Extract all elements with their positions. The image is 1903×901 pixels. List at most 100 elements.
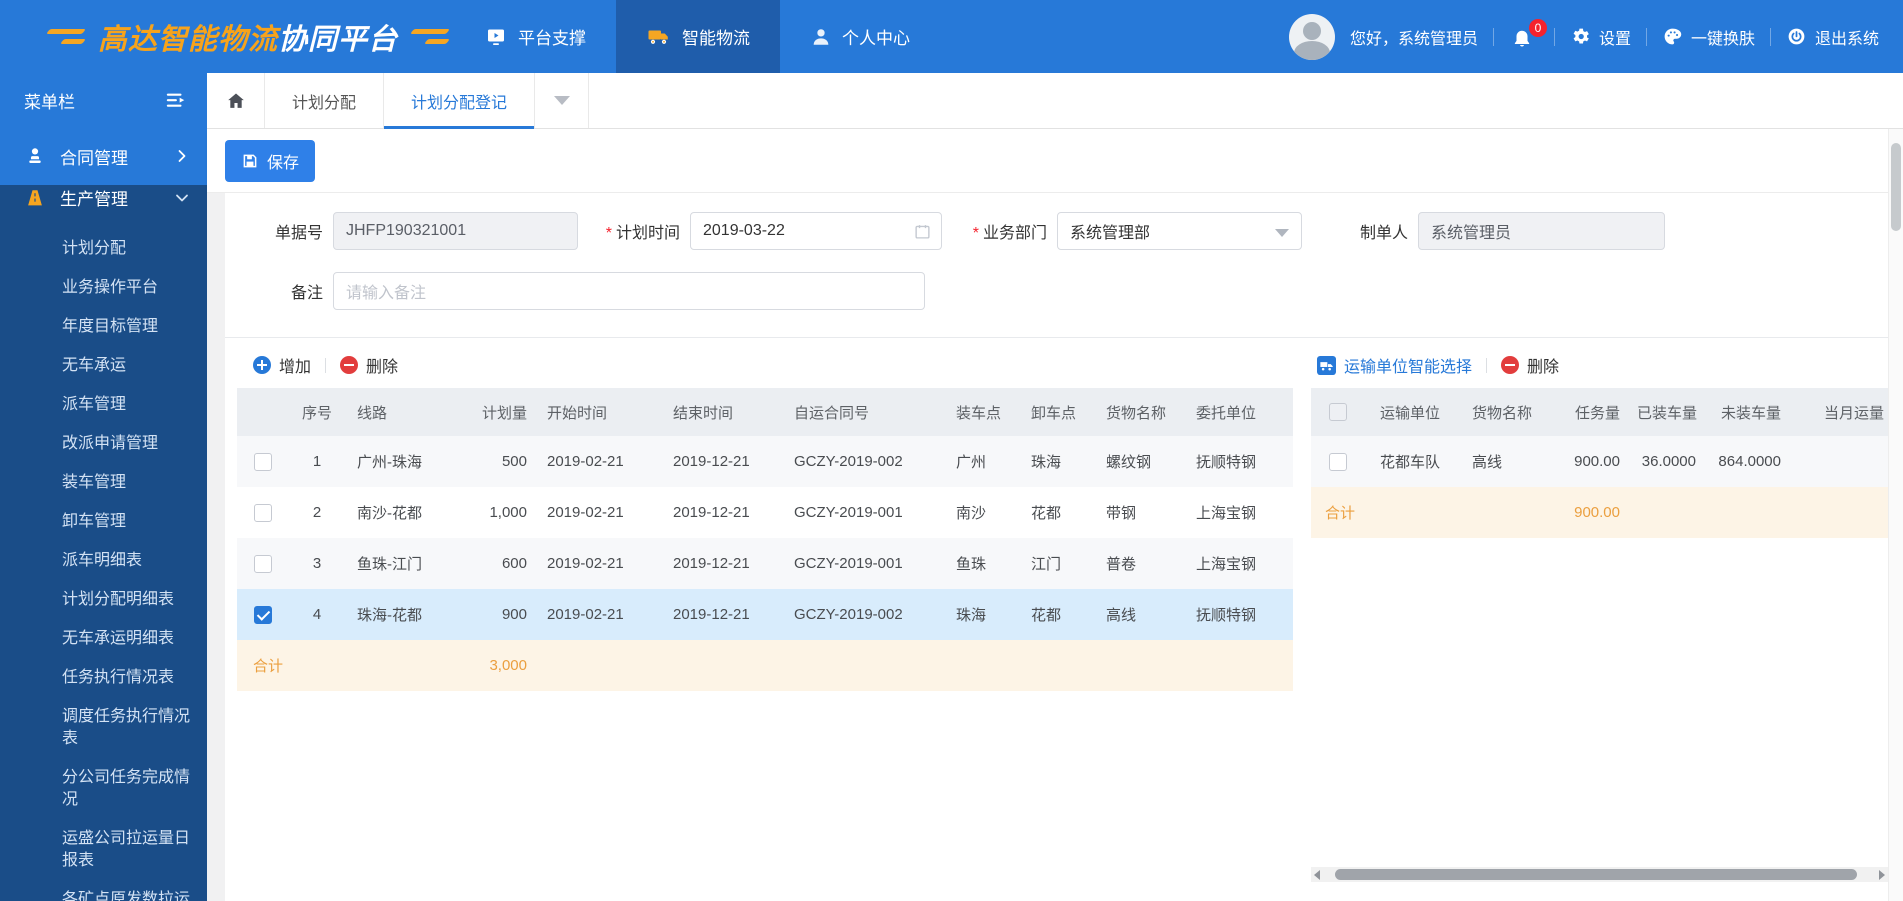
- nav-item-personal-center[interactable]: 个人中心: [780, 0, 940, 73]
- sidebar-item-no-truck-detail[interactable]: 无车承运明细表: [0, 620, 207, 659]
- row-checkbox[interactable]: [1329, 452, 1347, 471]
- remark-label: 备注: [290, 285, 323, 302]
- sidebar-item-mine-volume[interactable]: 各矿点原发数拉运量: [0, 881, 207, 901]
- change-skin-label: 一键换肤: [1690, 30, 1755, 48]
- sidebar-item-branch-completion[interactable]: 分公司任务完成情况: [0, 759, 207, 820]
- collapse-menu-icon[interactable]: [165, 90, 187, 110]
- cell-client: 抚顺特钢: [1196, 454, 1257, 471]
- section-divider: [225, 337, 1888, 338]
- sidebar-item-loading-mgmt[interactable]: 装车管理: [0, 464, 207, 503]
- notification-button[interactable]: 0: [1509, 18, 1547, 51]
- cell-client: 上海宝钢: [1196, 505, 1257, 522]
- col-start: 开始时间: [547, 404, 608, 422]
- save-icon: [241, 152, 259, 170]
- home-tab[interactable]: [207, 73, 265, 128]
- horizontal-scrollbar-thumb[interactable]: [1335, 869, 1857, 880]
- transport-table-row[interactable]: 花都车队 高线 900.00 36.0000 864.0000: [1311, 436, 1888, 487]
- divider: [1769, 27, 1771, 46]
- cell-contract: GCZY-2019-001: [794, 504, 903, 521]
- sidebar-item-dispatch-mgmt[interactable]: 派车管理: [0, 386, 207, 425]
- dept-select[interactable]: 系统管理部: [1057, 212, 1302, 250]
- field-dept: * 业务部门 系统管理部: [952, 212, 1302, 250]
- change-skin-button[interactable]: 一键换肤: [1662, 25, 1755, 49]
- divider: [1553, 27, 1555, 46]
- cell-unload-point: 珠海: [1031, 454, 1062, 471]
- row-checkbox[interactable]: [254, 503, 272, 522]
- plan-time-input[interactable]: 2019-03-22: [690, 212, 942, 250]
- sidebar-item-annual-target[interactable]: 年度目标管理: [0, 308, 207, 347]
- cell-cargo: 螺纹钢: [1106, 454, 1152, 471]
- cell-cargo: 带钢: [1106, 505, 1137, 522]
- required-asterisk: *: [605, 225, 612, 242]
- power-icon: [1786, 26, 1807, 47]
- plan-table-row[interactable]: 2 南沙-花都 1,000 2019-02-21 2019-12-21 GCZY…: [237, 487, 1293, 538]
- sidebar-item-task-status[interactable]: 任务执行情况表: [0, 659, 207, 698]
- cell-cargo: 高线: [1106, 607, 1137, 624]
- sidebar-item-business-platform[interactable]: 业务操作平台: [0, 269, 207, 308]
- plan-table-header: 序号 线路 计划量 开始时间 结束时间 自运合同号 装车点 卸车点 货物名称 委…: [237, 388, 1293, 436]
- settings-label: 设置: [1598, 30, 1631, 48]
- header-right: 您好，系统管理员 0 设置 一键换肤 退出系统: [1288, 0, 1903, 73]
- save-button[interactable]: 保存: [225, 139, 316, 182]
- row-checkbox[interactable]: [254, 452, 272, 471]
- doc-no-input: JHFP190321001: [333, 212, 578, 250]
- cell-qty: 1,000: [489, 504, 527, 521]
- dept-label: * 业务部门: [972, 225, 1047, 242]
- col-qty: 计划量: [481, 404, 527, 422]
- gear-icon: [1570, 26, 1591, 47]
- row-checkbox[interactable]: [254, 554, 272, 573]
- cell-seq: 1: [312, 453, 322, 470]
- chevron-down-icon: [1275, 229, 1289, 237]
- plan-table-row[interactable]: 3 鱼珠-江门 600 2019-02-21 2019-12-21 GCZY-2…: [237, 538, 1293, 589]
- row-checkbox[interactable]: [254, 605, 272, 624]
- nav-item-smart-logistics[interactable]: 智能物流: [616, 0, 780, 73]
- col-transport-unit: 运输单位: [1380, 404, 1441, 422]
- cell-transport-unit: 花都车队: [1380, 454, 1441, 471]
- cell-seq: 2: [312, 504, 322, 521]
- calendar-icon: [914, 223, 931, 240]
- nav-label: 个人中心: [842, 29, 910, 48]
- logout-button[interactable]: 退出系统: [1786, 25, 1879, 49]
- plan-table-row[interactable]: 4 珠海-花都 900 2019-02-21 2019-12-21 GCZY-2…: [237, 589, 1293, 640]
- sidebar-item-unloading-mgmt[interactable]: 卸车管理: [0, 503, 207, 542]
- remark-input[interactable]: 请输入备注: [333, 272, 925, 310]
- user-icon: [810, 26, 832, 48]
- vertical-scrollbar-thumb[interactable]: [1891, 143, 1901, 231]
- nav-item-platform-support[interactable]: 平台支撑: [454, 0, 616, 73]
- sidebar-item-yunsheng-daily[interactable]: 运盛公司拉运量日报表: [0, 820, 207, 881]
- total-label: 合计: [1325, 505, 1356, 522]
- total-task-qty: 900.00: [1574, 504, 1620, 521]
- sidebar-item-redispatch-apply[interactable]: 改派申请管理: [0, 425, 207, 464]
- sidebar-item-no-truck-carrier[interactable]: 无车承运: [0, 347, 207, 386]
- cell-client: 上海宝钢: [1196, 556, 1257, 573]
- settings-button[interactable]: 设置: [1570, 25, 1631, 49]
- cell-end: 2019-12-21: [673, 606, 750, 623]
- scroll-left-arrow-icon[interactable]: [1314, 870, 1320, 880]
- tab-plan-allocation[interactable]: 计划分配: [265, 73, 385, 128]
- cell-end: 2019-12-21: [673, 555, 750, 572]
- cell-seq: 4: [312, 606, 322, 623]
- vertical-scrollbar[interactable]: [1888, 129, 1903, 901]
- content-area: 单据号 JHFP190321001 * 计划时间 2019-03-22 * 业务部门…: [207, 193, 1888, 901]
- cell-route: 珠海-花都: [357, 607, 422, 624]
- sidebar-item-dispatch-detail[interactable]: 派车明细表: [0, 542, 207, 581]
- tab-plan-allocation-register[interactable]: 计划分配登记: [384, 73, 536, 129]
- sidebar-item-sched-task-status[interactable]: 调度任务执行情况表: [0, 698, 207, 759]
- col-route: 线路: [357, 404, 388, 422]
- sidebar-item-plan-alloc-detail[interactable]: 计划分配明细表: [0, 581, 207, 620]
- sidebar-group-contract[interactable]: 合同管理: [0, 127, 207, 185]
- plan-table-row[interactable]: 1 广州-珠海 500 2019-02-21 2019-12-21 GCZY-2…: [237, 436, 1293, 487]
- scroll-right-arrow-icon[interactable]: [1879, 870, 1885, 880]
- logout-label: 退出系统: [1814, 30, 1879, 48]
- sidebar-item-plan-allocation[interactable]: 计划分配: [0, 230, 207, 269]
- truck-icon: [646, 25, 672, 49]
- app-title-suffix: 协同平台: [278, 23, 399, 56]
- cell-qty: 900: [501, 606, 527, 623]
- avatar[interactable]: [1288, 13, 1335, 60]
- home-icon: [225, 90, 247, 112]
- cell-unload-point: 花都: [1031, 505, 1062, 522]
- horizontal-scrollbar[interactable]: [1311, 867, 1888, 882]
- sidebar-group-production[interactable]: 生产管理: [0, 185, 207, 210]
- tab-dropdown[interactable]: [535, 73, 590, 128]
- select-all-checkbox[interactable]: [1329, 403, 1347, 421]
